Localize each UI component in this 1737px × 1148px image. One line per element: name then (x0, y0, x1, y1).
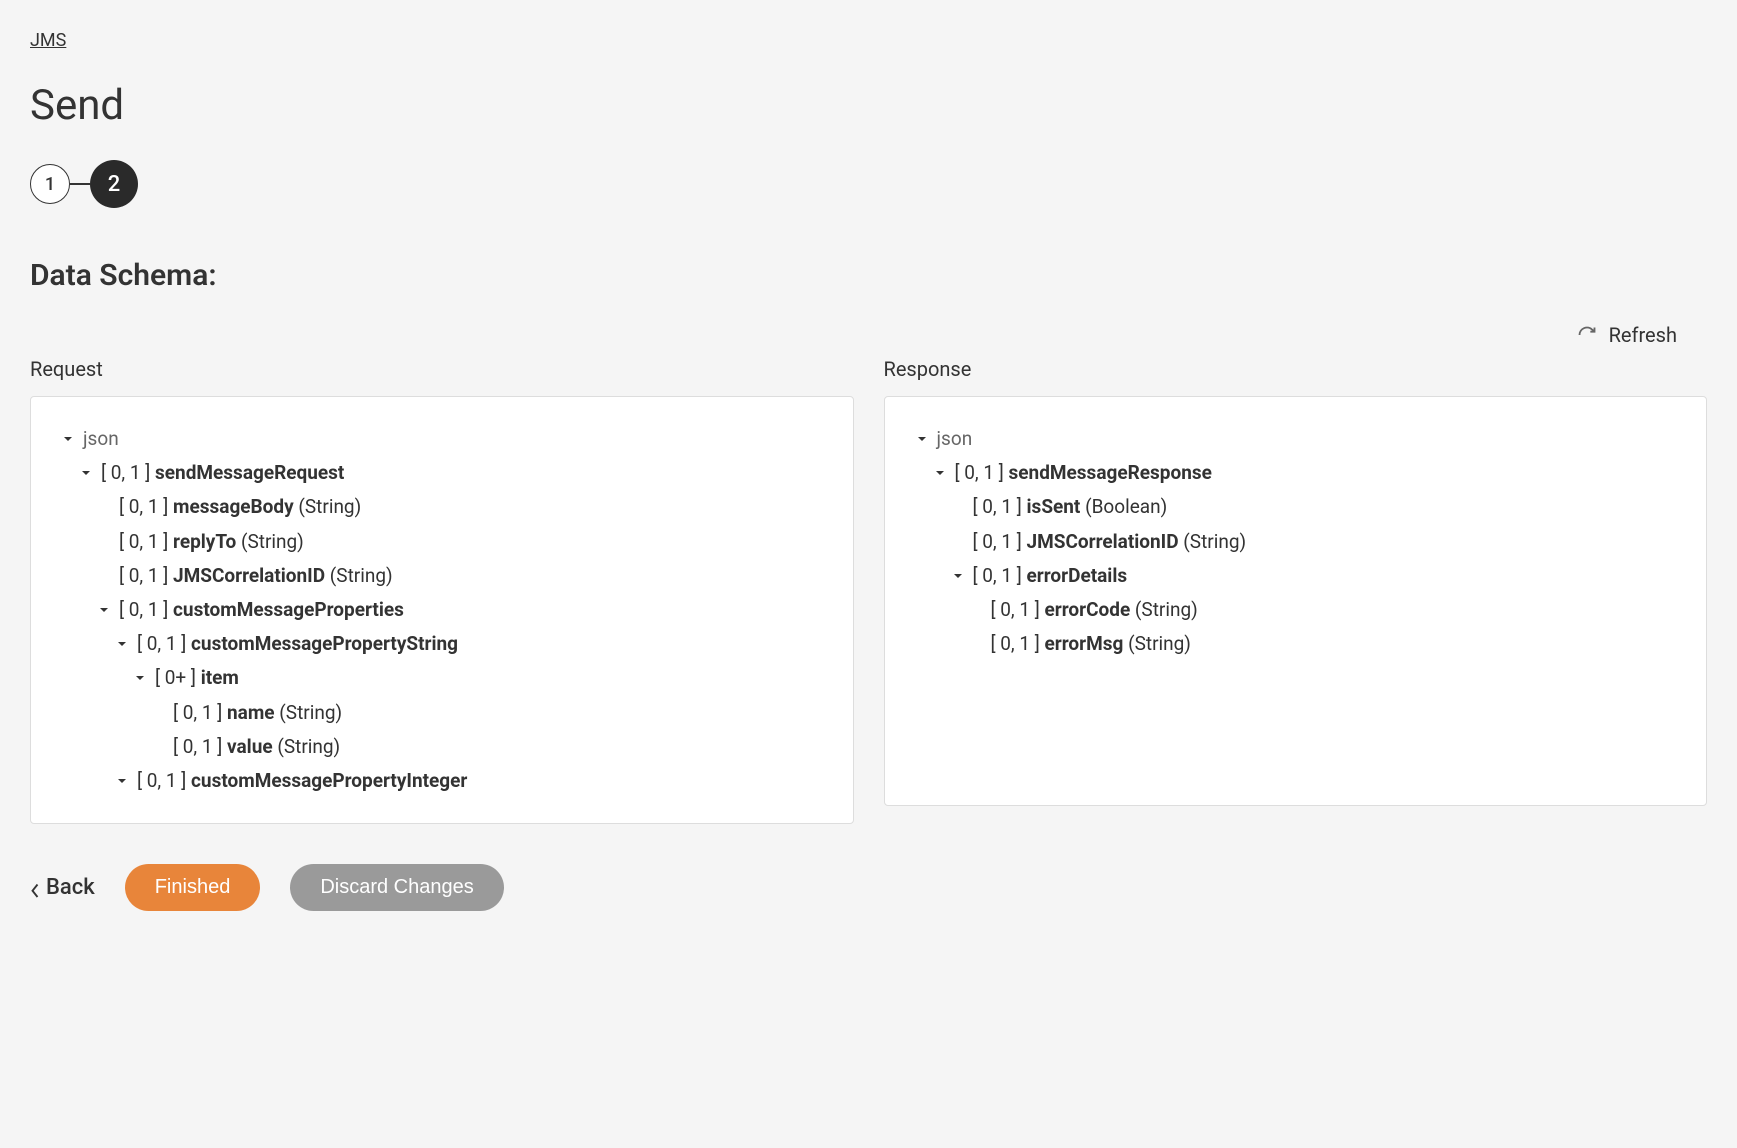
tree-node-label: [ 0, 1 ] JMSCorrelationID (String) (119, 559, 393, 593)
tree-node[interactable]: [ 0+ ] item (61, 661, 823, 695)
discard-button[interactable]: Discard Changes (290, 864, 503, 911)
back-label: Back (46, 875, 95, 900)
tree-node-label: [ 0, 1 ] value (String) (173, 730, 340, 764)
response-panel: json[ 0, 1 ] sendMessageResponse[ 0, 1 ]… (884, 396, 1708, 806)
tree-node-label: [ 0+ ] item (155, 661, 239, 695)
chevron-down-icon[interactable] (61, 432, 75, 446)
finished-button[interactable]: Finished (125, 864, 261, 911)
tree-node-label: [ 0, 1 ] customMessagePropertyInteger (137, 764, 467, 798)
chevron-down-icon[interactable] (97, 603, 111, 617)
tree-node: [ 0, 1 ] name (String) (61, 696, 823, 730)
step-connector (70, 183, 90, 185)
chevron-down-icon[interactable] (933, 466, 947, 480)
back-button[interactable]: Back (30, 875, 95, 900)
tree-node-label: [ 0, 1 ] errorCode (String) (991, 593, 1198, 627)
tree-node: [ 0, 1 ] errorMsg (String) (915, 627, 1677, 661)
tree-node[interactable]: json (61, 422, 823, 456)
chevron-down-icon[interactable] (133, 671, 147, 685)
tree-node[interactable]: [ 0, 1 ] customMessageProperties (61, 593, 823, 627)
tree-node: [ 0, 1 ] isSent (Boolean) (915, 490, 1677, 524)
tree-node-label: [ 0, 1 ] customMessagePropertyString (137, 627, 458, 661)
request-label: Request (30, 357, 854, 381)
tree-node-label: [ 0, 1 ] sendMessageRequest (101, 456, 344, 490)
tree-node: [ 0, 1 ] JMSCorrelationID (String) (915, 525, 1677, 559)
tree-node: [ 0, 1 ] JMSCorrelationID (String) (61, 559, 823, 593)
refresh-button[interactable]: Refresh (1577, 323, 1677, 347)
chevron-down-icon[interactable] (915, 432, 929, 446)
tree-node-label: json (937, 422, 973, 456)
tree-node-label: [ 0, 1 ] replyTo (String) (119, 525, 304, 559)
tree-node-label: [ 0, 1 ] errorMsg (String) (991, 627, 1191, 661)
tree-node-label: [ 0, 1 ] JMSCorrelationID (String) (973, 525, 1247, 559)
chevron-down-icon[interactable] (115, 774, 129, 788)
step-2[interactable]: 2 (90, 160, 138, 208)
section-title: Data Schema: (30, 258, 1707, 293)
tree-node-label: [ 0, 1 ] messageBody (String) (119, 490, 361, 524)
refresh-icon (1577, 325, 1597, 345)
step-1[interactable]: 1 (30, 164, 70, 204)
chevron-down-icon[interactable] (79, 466, 93, 480)
refresh-label: Refresh (1609, 323, 1677, 347)
tree-node[interactable]: [ 0, 1 ] customMessagePropertyInteger (61, 764, 823, 798)
tree-node[interactable]: [ 0, 1 ] sendMessageRequest (61, 456, 823, 490)
request-panel: json[ 0, 1 ] sendMessageRequest[ 0, 1 ] … (30, 396, 854, 824)
tree-node: [ 0, 1 ] errorCode (String) (915, 593, 1677, 627)
tree-node-label: [ 0, 1 ] name (String) (173, 696, 342, 730)
tree-node[interactable]: [ 0, 1 ] sendMessageResponse (915, 456, 1677, 490)
page-title: Send (30, 81, 1707, 130)
chevron-down-icon[interactable] (951, 569, 965, 583)
tree-node: [ 0, 1 ] replyTo (String) (61, 525, 823, 559)
breadcrumb-link[interactable]: JMS (30, 30, 66, 51)
tree-node-label: [ 0, 1 ] customMessageProperties (119, 593, 404, 627)
tree-node[interactable]: [ 0, 1 ] customMessagePropertyString (61, 627, 823, 661)
chevron-down-icon[interactable] (115, 637, 129, 651)
tree-node[interactable]: json (915, 422, 1677, 456)
tree-node-label: [ 0, 1 ] errorDetails (973, 559, 1128, 593)
tree-node: [ 0, 1 ] value (String) (61, 730, 823, 764)
tree-node-label: [ 0, 1 ] isSent (Boolean) (973, 490, 1168, 524)
tree-node[interactable]: [ 0, 1 ] errorDetails (915, 559, 1677, 593)
tree-node: [ 0, 1 ] messageBody (String) (61, 490, 823, 524)
tree-node-label: json (83, 422, 119, 456)
tree-node-label: [ 0, 1 ] sendMessageResponse (955, 456, 1212, 490)
wizard-steps: 1 2 (30, 160, 1707, 208)
response-label: Response (884, 357, 1708, 381)
chevron-left-icon (30, 881, 40, 895)
